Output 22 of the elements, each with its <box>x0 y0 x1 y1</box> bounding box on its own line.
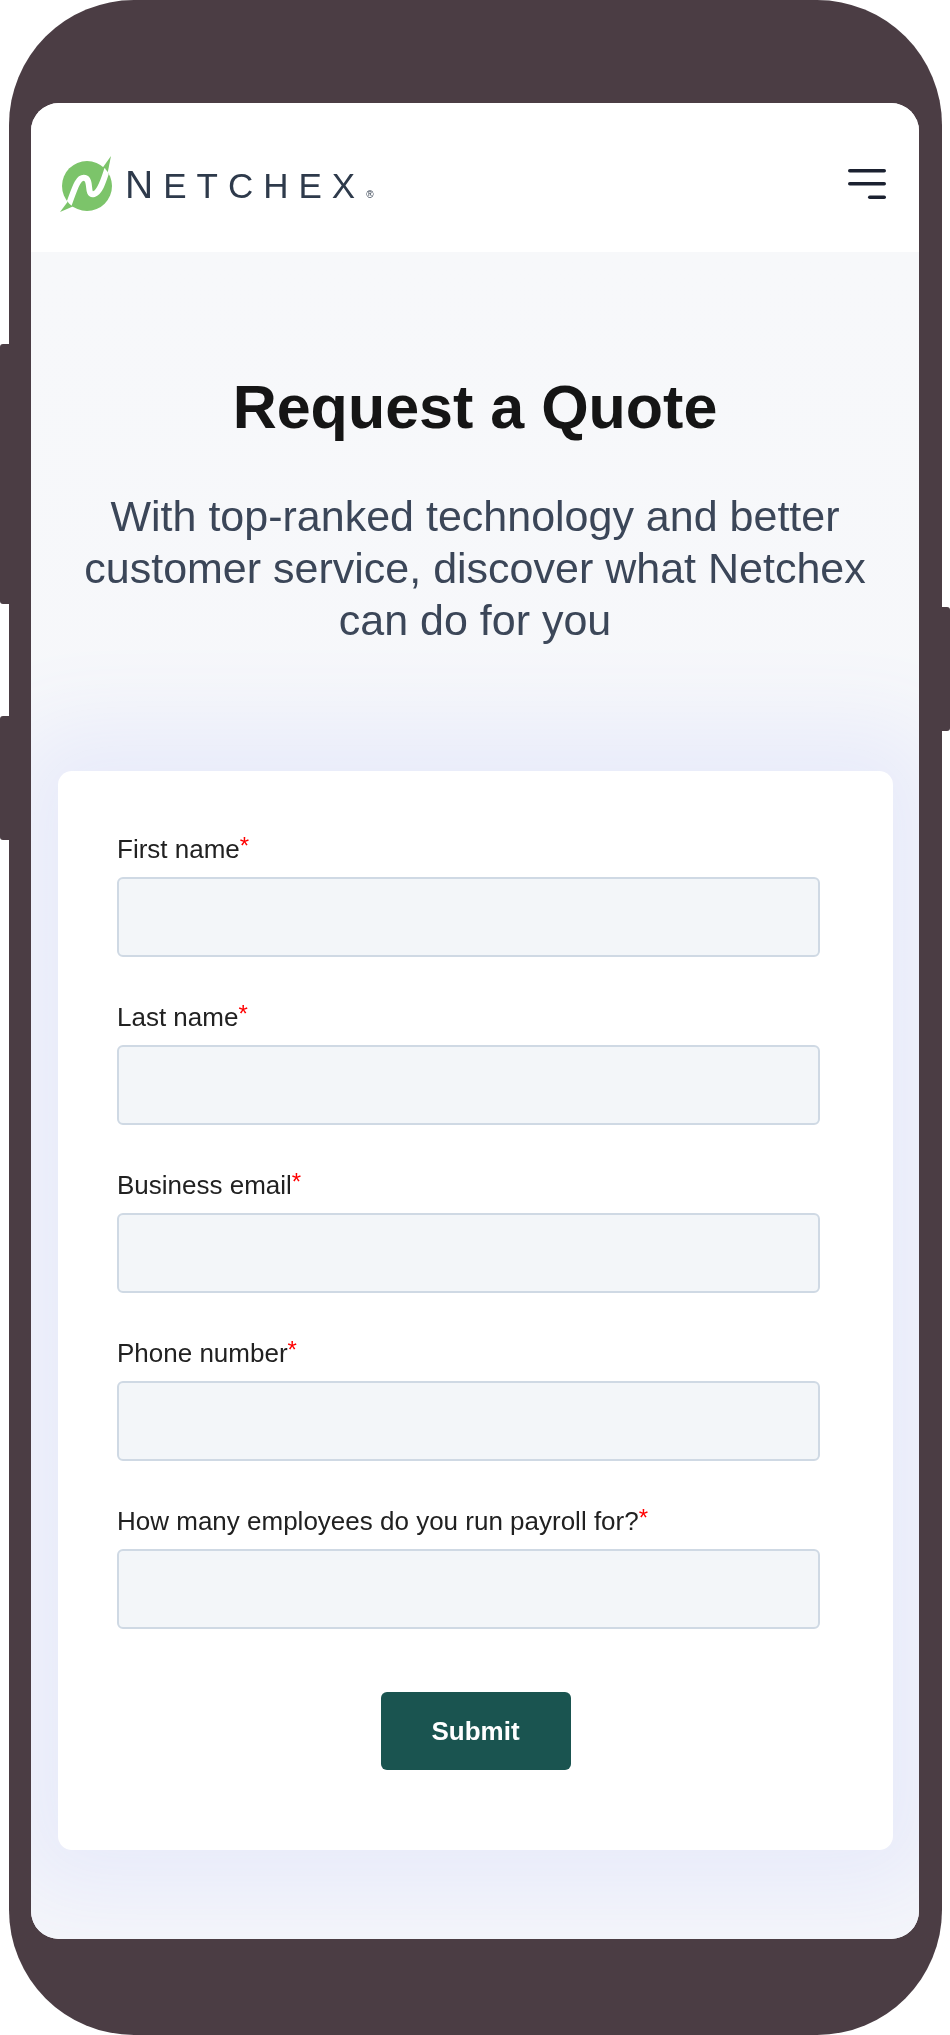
field-label: First name <box>117 833 240 865</box>
field-label: Phone number <box>117 1337 288 1369</box>
page-title: Request a Quote <box>231 372 719 443</box>
required-asterisk: * <box>287 1337 297 1363</box>
required-asterisk: * <box>238 1001 248 1027</box>
page-subtitle: With top-ranked technology and better customer service, discover what Netchex can do for you <box>83 491 867 646</box>
field-label: Business email <box>117 1169 292 1201</box>
field-label: How many employees do you run payroll for? <box>117 1505 639 1537</box>
required-asterisk: * <box>638 1505 649 1531</box>
input-field[interactable] <box>117 1549 820 1629</box>
input-field[interactable] <box>117 1381 820 1461</box>
menu-icon[interactable] <box>848 168 886 199</box>
registered-mark: ® <box>366 188 374 201</box>
submit-button[interactable]: Submit <box>380 1692 571 1770</box>
logo-wordmark: NETCHEX <box>125 164 366 207</box>
logo-icon <box>60 155 112 212</box>
required-asterisk: * <box>239 833 250 859</box>
input-field[interactable] <box>117 1045 820 1125</box>
field-label: Last name <box>117 1001 239 1033</box>
input-field[interactable] <box>117 877 820 957</box>
input-field[interactable] <box>117 1213 820 1293</box>
required-asterisk: * <box>291 1169 302 1195</box>
